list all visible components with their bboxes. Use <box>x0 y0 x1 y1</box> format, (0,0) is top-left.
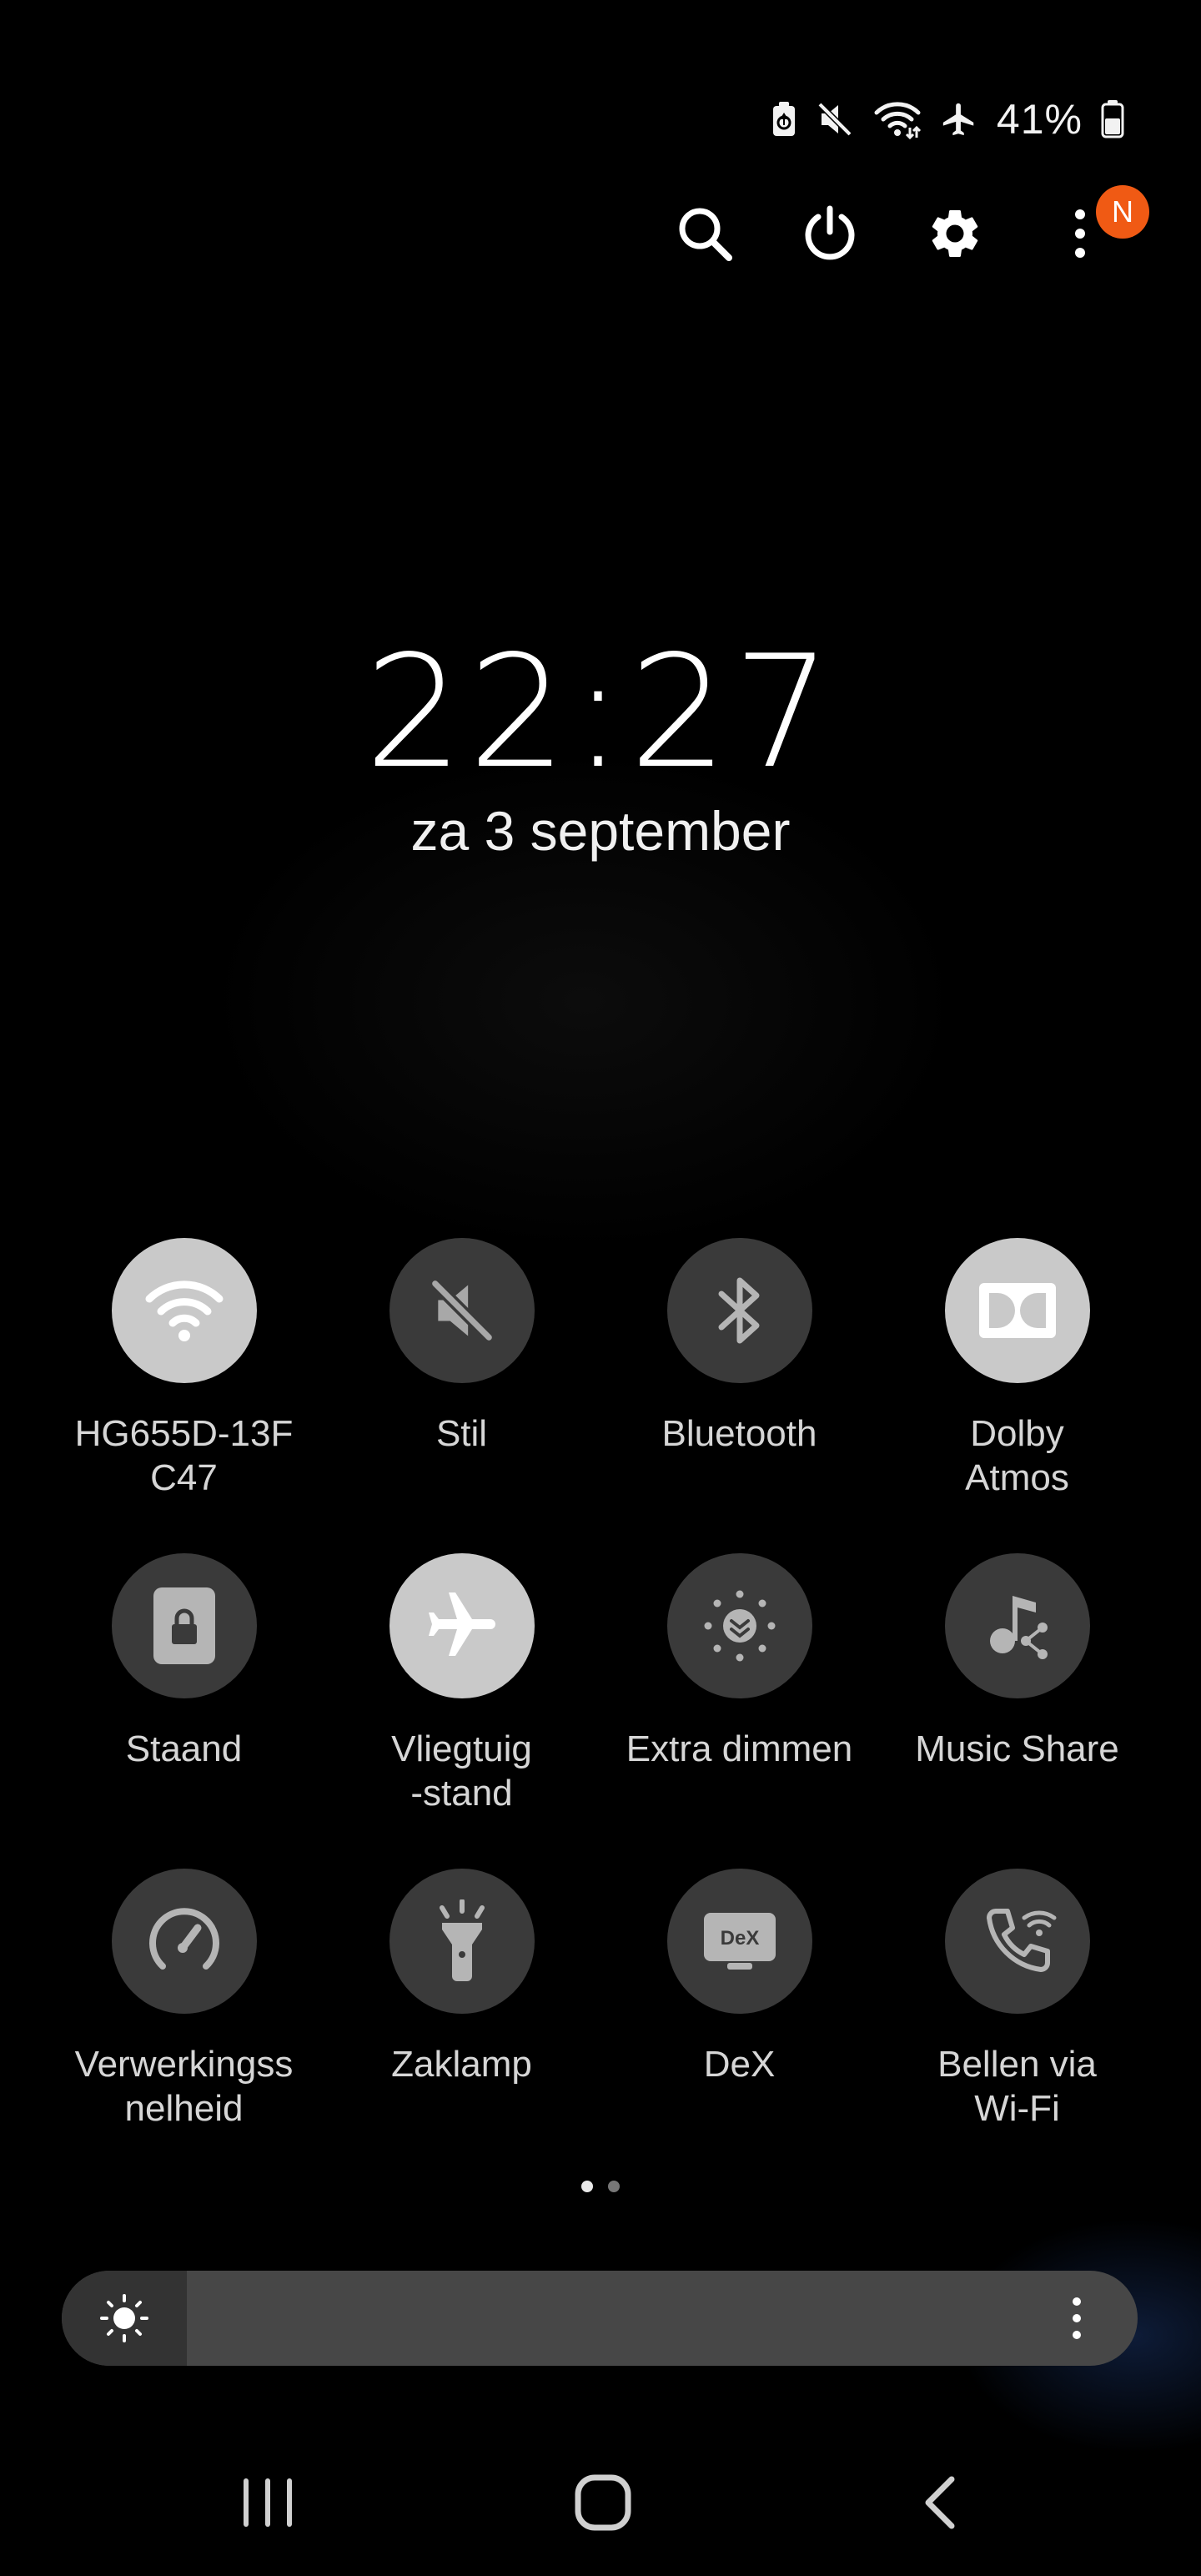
lock-rotation-icon <box>153 1587 215 1664</box>
clock: 22:27 <box>364 621 837 802</box>
power-icon <box>805 205 855 260</box>
brightness-more-button[interactable] <box>1048 2289 1106 2347</box>
dex-icon-text: DeX <box>720 1927 759 1950</box>
tile-processing-speed[interactable]: Verwerkingss nelheid <box>45 1869 323 2184</box>
tile-portrait-toggle[interactable] <box>111 1553 257 1698</box>
dolby-icon <box>978 1283 1056 1338</box>
wifi-calling-icon <box>986 1909 1056 1972</box>
wifi-icon <box>874 102 921 139</box>
tile-label: Staand <box>125 1728 243 1769</box>
brightness-slider[interactable] <box>62 2271 1138 2366</box>
tile-airplane-mode[interactable]: Vliegtuig -stand <box>323 1553 600 1869</box>
tile-label: Bellen via Wi-Fi <box>937 2044 1097 2129</box>
tile-wifi-calling-toggle[interactable] <box>944 1869 1090 2014</box>
more-options-button[interactable]: N <box>1018 185 1149 275</box>
speedometer-icon <box>148 1908 219 1970</box>
tile-dex-toggle[interactable]: DeX <box>666 1869 812 2014</box>
tile-label: Dolby Atmos <box>965 1413 1069 1498</box>
tile-label: Zaklamp <box>391 2044 532 2085</box>
page-dot-1[interactable] <box>581 2181 593 2192</box>
tile-flashlight[interactable]: Zaklamp <box>323 1869 600 2184</box>
date: za 3 september <box>410 800 791 862</box>
search-button[interactable] <box>642 192 767 275</box>
brightness-icon <box>100 2294 148 2342</box>
airplane-icon <box>428 1592 495 1656</box>
navigation-bar <box>0 2453 1201 2553</box>
tile-flashlight-toggle[interactable] <box>389 1869 535 2014</box>
quick-settings-tiles: HG655D-13F C47 Stil Bluetooth Dolby Atmo… <box>45 1238 1156 2184</box>
tile-portrait[interactable]: Staand <box>45 1553 323 1869</box>
more-vert-icon <box>1073 2297 1081 2339</box>
page-dot-2[interactable] <box>608 2181 620 2192</box>
tile-wifi-calling[interactable]: Bellen via Wi-Fi <box>878 1869 1156 2184</box>
wifi-icon <box>145 1280 223 1341</box>
tile-label: HG655D-13F C47 <box>74 1413 294 1498</box>
tile-silent-toggle[interactable] <box>389 1238 535 1383</box>
flashlight-icon <box>439 1899 485 1981</box>
airplane-icon <box>942 103 974 136</box>
dex-icon: DeX <box>703 1913 776 1970</box>
recents-button[interactable] <box>201 2453 334 2553</box>
tile-wifi[interactable]: HG655D-13F C47 <box>45 1238 323 1553</box>
page-indicator <box>0 2181 1201 2192</box>
back-icon <box>925 2476 955 2529</box>
tile-extra-dim-toggle[interactable] <box>666 1553 812 1698</box>
tile-extra-dim[interactable]: Extra dimmen <box>600 1553 878 1869</box>
tile-dex[interactable]: DeX DeX <box>600 1869 878 2184</box>
tile-processing-speed-toggle[interactable] <box>111 1869 257 2014</box>
home-icon <box>575 2474 631 2531</box>
tile-label: Bluetooth <box>661 1413 817 1454</box>
tile-label: Vliegtuig -stand <box>391 1728 532 1814</box>
more-vert-icon <box>1075 209 1085 258</box>
search-icon <box>679 208 732 261</box>
mute-icon <box>817 102 852 137</box>
tile-label: DeX <box>703 2044 776 2085</box>
home-button[interactable] <box>536 2453 670 2553</box>
mute-icon <box>430 1279 493 1342</box>
gear-icon <box>932 209 978 257</box>
tile-label: Music Share <box>915 1728 1119 1769</box>
notification-badge: N <box>1096 185 1149 239</box>
tile-label: Verwerkingss nelheid <box>74 2044 294 2129</box>
quick-panel-actions: N <box>642 185 1149 275</box>
battery-icon <box>1101 100 1124 138</box>
tile-wifi-toggle[interactable] <box>111 1238 257 1383</box>
tile-dolby-atmos[interactable]: Dolby Atmos <box>878 1238 1156 1553</box>
tile-music-share[interactable]: Music Share <box>878 1553 1156 1869</box>
tile-label: Stil <box>435 1413 488 1454</box>
extra-dim-icon <box>704 1590 775 1662</box>
tile-silent[interactable]: Stil <box>323 1238 600 1553</box>
tile-airplane-mode-toggle[interactable] <box>389 1553 535 1698</box>
tile-bluetooth-toggle[interactable] <box>666 1238 812 1383</box>
music-share-icon <box>989 1596 1048 1659</box>
settings-button[interactable] <box>892 192 1018 275</box>
battery-saver-icon <box>772 102 795 136</box>
back-button[interactable] <box>872 2453 1006 2553</box>
status-bar: 41% <box>771 90 1124 148</box>
tile-music-share-toggle[interactable] <box>944 1553 1090 1698</box>
tile-dolby-atmos-toggle[interactable] <box>944 1238 1090 1383</box>
battery-percent: 41% <box>996 96 1083 143</box>
tile-label: Extra dimmen <box>626 1728 853 1769</box>
recents-icon <box>244 2478 292 2527</box>
bluetooth-icon <box>718 1277 759 1344</box>
tile-bluetooth[interactable]: Bluetooth <box>600 1238 878 1553</box>
power-button[interactable] <box>767 192 892 275</box>
